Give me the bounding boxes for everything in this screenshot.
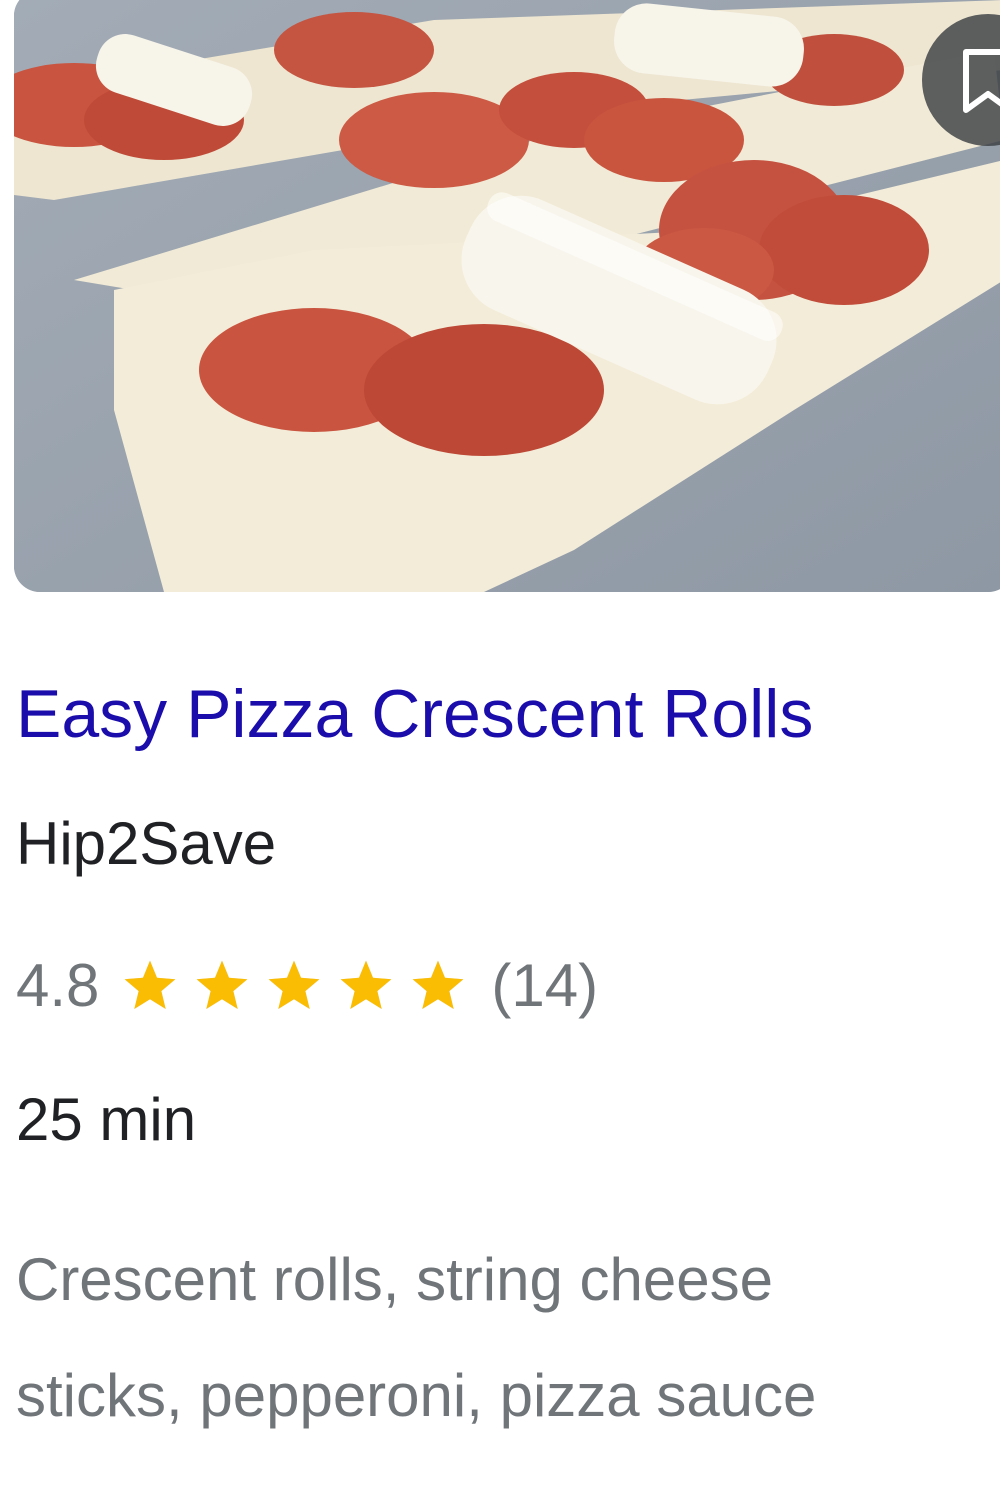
bookmark-icon bbox=[963, 49, 1000, 113]
star-rating bbox=[121, 957, 467, 1015]
recipe-duration: 25 min bbox=[16, 1086, 197, 1153]
recipe-title-link[interactable]: Easy Pizza Crescent Rolls bbox=[16, 672, 813, 756]
recipe-photo bbox=[14, 0, 1000, 592]
star-icon bbox=[197, 960, 248, 1009]
recipe-ingredients: Crescent rolls, string cheese sticks, pe… bbox=[16, 1222, 1000, 1454]
recipe-result-card[interactable]: Easy Pizza Crescent Rolls Hip2Save 4.8 (… bbox=[0, 0, 1000, 1500]
ingredients-line: sticks, pepperoni, pizza sauce bbox=[16, 1362, 817, 1429]
star-icon bbox=[269, 960, 320, 1009]
review-count: (14) bbox=[491, 952, 599, 1019]
ingredients-line: Crescent rolls, string cheese bbox=[16, 1246, 773, 1313]
rating-row: 4.8 (14) bbox=[16, 950, 598, 1022]
star-icon bbox=[413, 960, 464, 1009]
recipe-source: Hip2Save bbox=[16, 810, 277, 877]
rating-value: 4.8 bbox=[16, 952, 100, 1019]
star-icon bbox=[341, 960, 392, 1009]
recipe-thumbnail[interactable] bbox=[14, 0, 1000, 592]
star-icon bbox=[125, 960, 176, 1009]
